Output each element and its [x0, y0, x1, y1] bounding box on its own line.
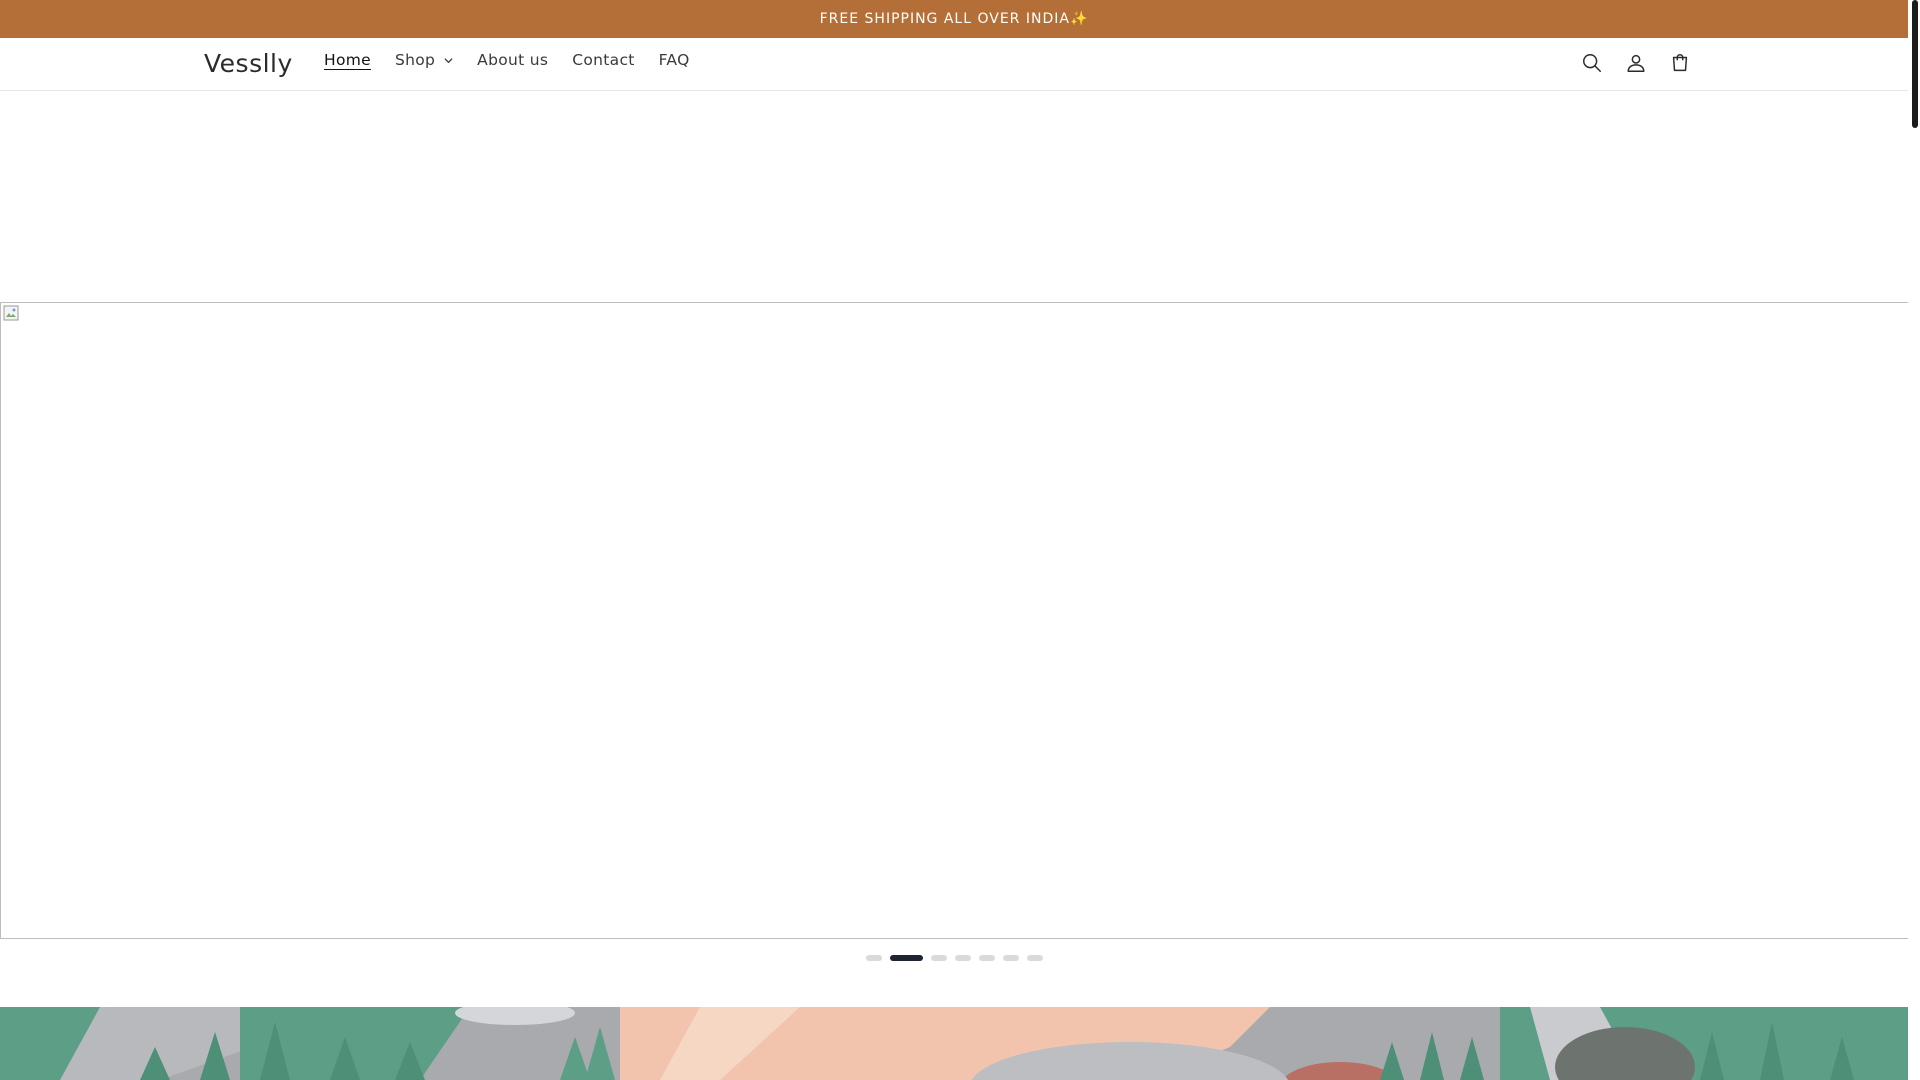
nav-contact-label: Contact	[572, 51, 635, 69]
nav-about[interactable]: About us	[465, 51, 560, 69]
nav-about-label: About us	[477, 51, 549, 69]
nav-contact[interactable]: Contact	[560, 51, 646, 69]
account-button[interactable]	[1622, 49, 1650, 77]
nav-shop-label: Shop	[394, 51, 436, 69]
site-logo[interactable]: Vesslly	[204, 49, 293, 78]
landscape-illustration	[0, 1007, 1909, 1080]
landscape-banner	[0, 1007, 1909, 1080]
nav-shop[interactable]: Shop	[383, 51, 465, 69]
slide-dot-5[interactable]	[978, 955, 995, 961]
announcement-bar: FREE SHIPPING ALL OVER INDIA✨	[0, 0, 1908, 38]
slideshow-pagination	[0, 955, 1908, 961]
cart-button[interactable]	[1666, 49, 1694, 77]
site-header: Vesslly Home Shop About us Contact FAQ	[0, 38, 1908, 91]
hero-slideshow[interactable]	[0, 302, 1909, 939]
nav-faq[interactable]: FAQ	[647, 51, 702, 69]
slide-dot-1[interactable]	[865, 955, 882, 961]
nav-home[interactable]: Home	[312, 51, 383, 69]
search-button[interactable]	[1578, 49, 1606, 77]
slide-dot-7[interactable]	[1026, 955, 1043, 961]
account-icon	[1627, 54, 1645, 72]
scrollbar-thumb[interactable]	[1912, 0, 1918, 128]
chevron-down-icon	[444, 57, 453, 63]
header-icons	[1578, 49, 1694, 77]
scrollbar[interactable]	[1908, 0, 1920, 1080]
nav-home-label: Home	[324, 51, 371, 69]
announcement-text: FREE SHIPPING ALL OVER INDIA✨	[819, 11, 1089, 27]
main-nav: Home Shop About us Contact FAQ	[312, 38, 702, 82]
slide-dot-6[interactable]	[1002, 955, 1019, 961]
search-icon	[1583, 54, 1601, 72]
slide-dot-2[interactable]	[889, 955, 923, 961]
cart-icon	[1672, 54, 1688, 72]
broken-image-icon	[3, 305, 19, 321]
nav-faq-label: FAQ	[658, 51, 690, 69]
slide-dot-3[interactable]	[930, 955, 947, 961]
slide-dot-4[interactable]	[954, 955, 971, 961]
